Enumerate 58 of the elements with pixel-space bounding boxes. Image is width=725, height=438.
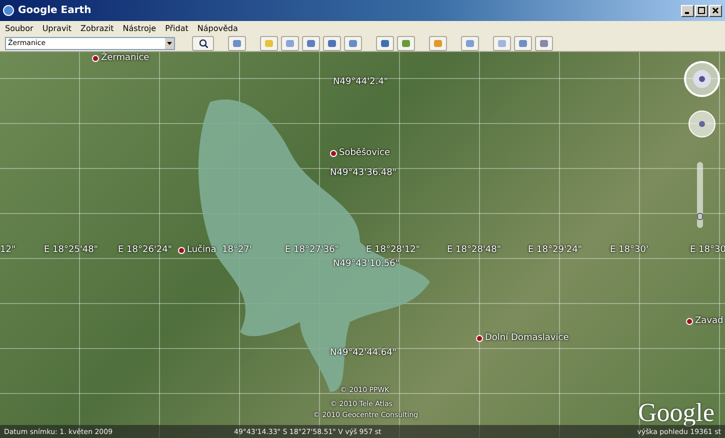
grid-coordinate-label: E 18°29'24" [528, 245, 582, 255]
logo: Google [638, 398, 715, 428]
place-pin-icon [476, 334, 483, 342]
grid-coordinate-label: N49°42'44.64" [330, 348, 397, 358]
toolbar-button[interactable] [493, 36, 511, 50]
grid-coordinate-label: E 18°28'12" [366, 245, 420, 255]
place-pin-icon [178, 246, 185, 254]
place-pin-icon [92, 54, 99, 62]
grid-coordinate-label: N49°43'10.56" [333, 259, 400, 269]
grid-coordinate-label: E 18°25'48" [44, 245, 98, 255]
toolbar-button[interactable] [397, 36, 415, 50]
satellite-map[interactable] [0, 52, 725, 438]
grid-coordinate-label: E 18°28'48" [447, 245, 502, 255]
grid-coordinate-label: N49°44'2.4" [333, 77, 388, 87]
toolbar-button[interactable] [344, 36, 362, 50]
search-icon [198, 38, 208, 48]
maximize-button[interactable] [695, 4, 708, 16]
close-icon [712, 7, 719, 14]
toolbar-button[interactable] [461, 36, 479, 50]
toolbar-button[interactable] [228, 36, 246, 50]
zoom-slider-thumb[interactable] [697, 213, 703, 220]
place-label: Zavad [695, 316, 724, 326]
minimize-button[interactable] [681, 4, 694, 16]
menu-item[interactable]: Přidat [165, 24, 188, 32]
place-pin-icon [686, 318, 693, 324]
zoom-slider[interactable] [697, 162, 703, 228]
menu-item[interactable]: Nástroje [122, 24, 156, 32]
toolbar-button[interactable] [376, 36, 394, 50]
place-label: Soběšovice [339, 148, 390, 158]
grid-coordinate-label: 18°27' [222, 245, 252, 255]
place-pin-icon [330, 150, 337, 156]
place-label: Dolní Domaslavice [485, 333, 569, 343]
grid-coordinate-label: E 18°27'36" [285, 245, 340, 255]
window-title: Google Earth [18, 5, 92, 16]
toolbar-button[interactable] [260, 36, 278, 50]
grid-coordinate-label: N49°43'36.48" [330, 168, 397, 178]
toolbar-button[interactable] [535, 36, 553, 50]
menu-item[interactable]: Soubor [5, 24, 34, 32]
toolbar-button[interactable] [323, 36, 341, 50]
toolbar-button[interactable] [514, 36, 532, 50]
globe-icon [3, 5, 14, 16]
place-label: Lučina [187, 245, 216, 255]
menu-item[interactable]: Nápověda [197, 24, 238, 32]
grid-coordinate-label: 12" [0, 245, 16, 255]
joystick-control-icon[interactable] [688, 110, 716, 138]
toolbar-button[interactable] [281, 36, 299, 50]
place-label: Žermanice [101, 53, 150, 63]
maximize-icon [698, 7, 705, 14]
toolbar-button[interactable] [429, 36, 447, 50]
grid-coordinate-label: E 18°30' [610, 245, 648, 255]
close-button[interactable] [709, 4, 722, 16]
compass-control-icon[interactable] [683, 60, 721, 98]
grid-coordinate-label: E 18°26'24" [118, 245, 172, 255]
menu-item[interactable]: Zobrazit [80, 24, 114, 32]
search-button[interactable] [192, 36, 214, 50]
menu-item[interactable]: Upravit [42, 24, 72, 32]
grid-coordinate-label: E 18°30 [690, 245, 725, 255]
toolbar-button[interactable] [302, 36, 320, 50]
